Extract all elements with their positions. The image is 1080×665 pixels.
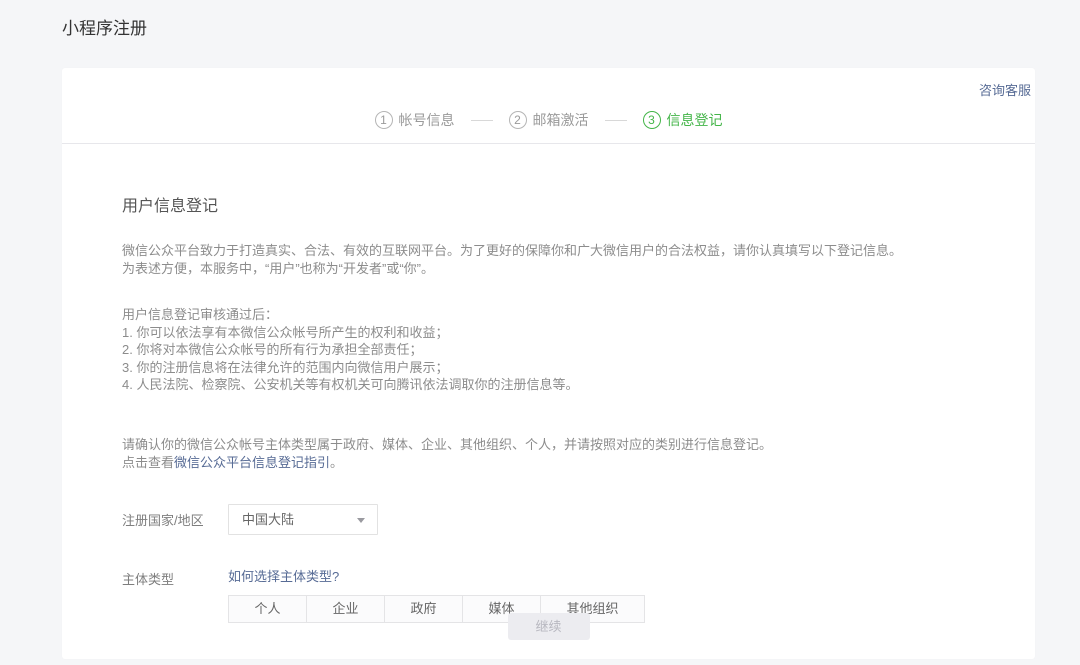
step-3-number: 3 [643, 111, 661, 129]
guide-prefix: 点击查看 [122, 455, 174, 470]
rights-list: 用户信息登记审核通过后： 1. 你可以依法享有本微信公众帐号所产生的权利和收益；… [122, 306, 975, 394]
step-info-registration: 3 信息登记 [643, 110, 723, 130]
chevron-down-icon [357, 518, 365, 523]
button-row: 继续 [62, 613, 1035, 640]
intro-line-1: 微信公众平台致力于打造真实、合法、有效的互联网平台。为了更好的保障你和广大微信用… [122, 242, 975, 260]
guide-line: 点击查看微信公众平台信息登记指引。 [122, 454, 975, 472]
step-email-activation: 2 邮箱激活 [509, 110, 589, 130]
section-heading: 用户信息登记 [122, 192, 975, 216]
registration-card: 咨询客服 1 帐号信息 2 邮箱激活 3 信息登记 用户信息登记 微信公众平台致… [62, 68, 1035, 659]
customer-service-link[interactable]: 咨询客服 [979, 80, 1031, 99]
intro-paragraph: 微信公众平台致力于打造真实、合法、有效的互联网平台。为了更好的保障你和广大微信用… [122, 242, 975, 278]
step-2-label: 邮箱激活 [533, 110, 589, 130]
step-1-label: 帐号信息 [399, 110, 455, 130]
rights-list-item: 4. 人民法院、检察院、公安机关等有权机关可向腾讯依法调取你的注册信息等。 [122, 376, 975, 394]
country-form-row: 注册国家/地区 中国大陆 [122, 504, 975, 535]
step-2-number: 2 [509, 111, 527, 129]
page-title: 小程序注册 [62, 14, 147, 39]
rights-list-item: 1. 你可以依法享有本微信公众帐号所产生的权利和收益； [122, 324, 975, 342]
confirm-line: 请确认你的微信公众帐号主体类型属于政府、媒体、企业、其他组织、个人，并请按照对应… [122, 436, 975, 454]
rights-list-title: 用户信息登记审核通过后： [122, 306, 975, 324]
country-select[interactable]: 中国大陆 [228, 504, 378, 535]
confirm-paragraph: 请确认你的微信公众帐号主体类型属于政府、媒体、企业、其他组织、个人，并请按照对应… [122, 436, 975, 472]
registration-guide-link[interactable]: 微信公众平台信息登记指引 [174, 455, 330, 470]
registration-steps: 1 帐号信息 2 邮箱激活 3 信息登记 [62, 110, 1035, 130]
country-label: 注册国家/地区 [122, 510, 228, 529]
entity-type-help-link[interactable]: 如何选择主体类型? [228, 569, 645, 584]
card-header: 咨询客服 1 帐号信息 2 邮箱激活 3 信息登记 [62, 68, 1035, 144]
country-selected-value: 中国大陆 [242, 512, 294, 527]
guide-suffix: 。 [330, 455, 343, 470]
step-separator [605, 120, 627, 121]
step-account-info: 1 帐号信息 [375, 110, 455, 130]
step-separator [471, 120, 493, 121]
intro-line-2: 为表述方便，本服务中，“用户”也称为“开发者”或“你”。 [122, 260, 975, 278]
rights-list-item: 2. 你将对本微信公众帐号的所有行为承担全部责任； [122, 341, 975, 359]
continue-button[interactable]: 继续 [508, 613, 590, 640]
step-3-label: 信息登记 [667, 110, 723, 130]
card-body: 用户信息登记 微信公众平台致力于打造真实、合法、有效的互联网平台。为了更好的保障… [62, 144, 1035, 623]
step-1-number: 1 [375, 111, 393, 129]
rights-list-item: 3. 你的注册信息将在法律允许的范围内向微信用户展示； [122, 359, 975, 377]
